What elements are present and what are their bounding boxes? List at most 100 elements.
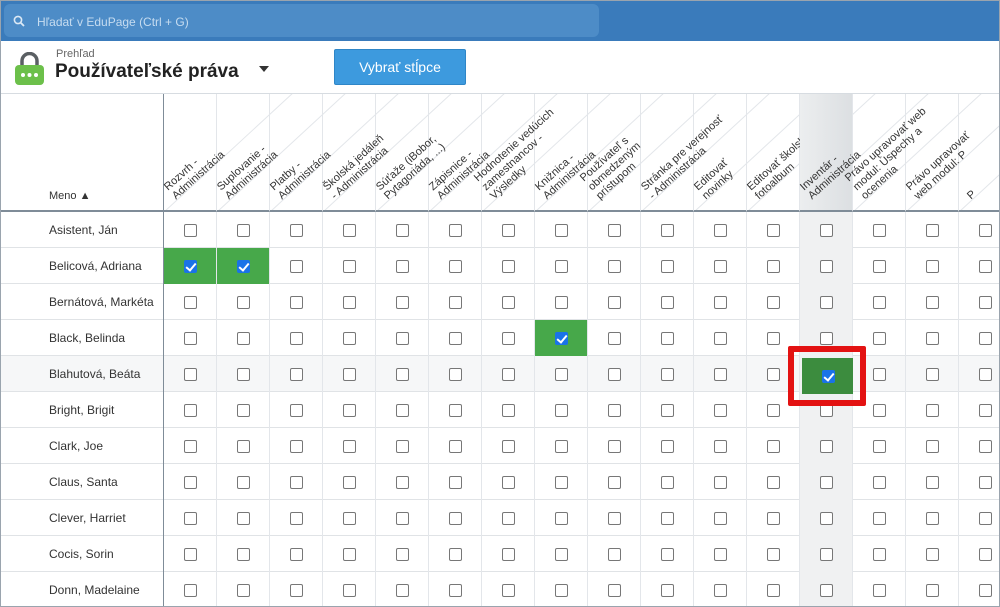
permission-cell[interactable]	[270, 500, 323, 536]
checkbox[interactable]	[926, 512, 939, 525]
permission-cell[interactable]	[429, 392, 482, 428]
checkbox[interactable]	[767, 548, 780, 561]
checkbox[interactable]	[237, 584, 250, 597]
checkbox[interactable]	[926, 440, 939, 453]
permission-cell[interactable]	[853, 248, 906, 284]
checkbox[interactable]	[926, 584, 939, 597]
checkbox[interactable]	[820, 548, 833, 561]
permission-cell[interactable]	[747, 536, 800, 572]
checkbox[interactable]	[608, 584, 621, 597]
checkbox[interactable]	[396, 368, 409, 381]
permission-cell[interactable]	[482, 500, 535, 536]
permission-cell[interactable]	[429, 284, 482, 320]
page-title[interactable]: Používateľské práva	[55, 61, 239, 83]
permission-cell[interactable]	[270, 356, 323, 392]
checkbox[interactable]	[608, 224, 621, 237]
checkbox[interactable]	[396, 296, 409, 309]
permission-cell[interactable]	[270, 572, 323, 606]
permission-cell[interactable]	[323, 500, 376, 536]
permission-cell[interactable]	[164, 572, 217, 606]
permission-cell[interactable]	[800, 212, 853, 248]
checkbox[interactable]	[714, 512, 727, 525]
checkbox[interactable]	[343, 368, 356, 381]
permission-cell[interactable]	[800, 536, 853, 572]
permission-cell[interactable]	[800, 248, 853, 284]
column-header[interactable]: Hodnotenie vedúcich zamestnancov - Výsle…	[472, 94, 556, 212]
checkbox[interactable]	[555, 296, 568, 309]
checkbox[interactable]	[237, 368, 250, 381]
permission-cell[interactable]	[906, 536, 959, 572]
checkbox[interactable]	[290, 548, 303, 561]
permission-cell[interactable]	[694, 500, 747, 536]
permission-cell[interactable]	[641, 392, 694, 428]
checkbox[interactable]	[184, 512, 197, 525]
checkbox[interactable]	[873, 260, 886, 273]
checkbox[interactable]	[184, 476, 197, 489]
checkbox[interactable]	[608, 332, 621, 345]
checkbox[interactable]	[502, 332, 515, 345]
checkbox[interactable]	[661, 296, 674, 309]
checkbox[interactable]	[820, 332, 833, 345]
column-header[interactable]: Platby - Administrácia	[268, 94, 333, 212]
checkbox[interactable]	[979, 584, 992, 597]
checkbox[interactable]	[237, 404, 250, 417]
permission-cell[interactable]	[323, 356, 376, 392]
checkbox[interactable]	[926, 368, 939, 381]
column-header[interactable]: Editovať novinky	[692, 94, 747, 212]
permission-cell[interactable]	[323, 536, 376, 572]
checkbox[interactable]	[767, 584, 780, 597]
checkbox[interactable]	[449, 440, 462, 453]
checkbox[interactable]	[767, 224, 780, 237]
permission-cell[interactable]	[588, 500, 641, 536]
permission-cell[interactable]	[694, 320, 747, 356]
checkbox[interactable]	[184, 332, 197, 345]
checkbox[interactable]	[820, 584, 833, 597]
permission-cell[interactable]	[164, 284, 217, 320]
permission-cell[interactable]	[588, 248, 641, 284]
permission-cell[interactable]	[429, 248, 482, 284]
checkbox[interactable]	[343, 584, 356, 597]
permission-cell[interactable]	[323, 572, 376, 606]
permission-cell[interactable]	[906, 392, 959, 428]
checkbox[interactable]	[290, 296, 303, 309]
permission-cell[interactable]	[588, 572, 641, 606]
checkbox[interactable]	[184, 368, 197, 381]
permission-cell[interactable]	[959, 536, 999, 572]
permission-cell[interactable]	[217, 464, 270, 500]
checkbox[interactable]	[290, 260, 303, 273]
checkbox[interactable]	[873, 548, 886, 561]
permission-cell[interactable]	[959, 356, 999, 392]
checkbox[interactable]	[714, 332, 727, 345]
checkbox[interactable]	[502, 404, 515, 417]
checkbox[interactable]	[184, 548, 197, 561]
checkbox[interactable]	[502, 296, 515, 309]
permission-cell[interactable]	[217, 212, 270, 248]
checkbox[interactable]	[608, 440, 621, 453]
permission-cell[interactable]	[323, 392, 376, 428]
permission-cell[interactable]	[853, 428, 906, 464]
column-header[interactable]: Editovať školský fotoalbum	[745, 94, 812, 212]
permission-cell[interactable]	[588, 392, 641, 428]
checkbox[interactable]	[608, 260, 621, 273]
permission-cell[interactable]	[535, 464, 588, 500]
checkbox[interactable]	[396, 404, 409, 417]
permission-cell[interactable]	[270, 212, 323, 248]
permission-cell[interactable]	[747, 428, 800, 464]
checkbox[interactable]	[767, 296, 780, 309]
checkbox[interactable]	[820, 260, 833, 273]
checkbox[interactable]	[767, 512, 780, 525]
checkbox[interactable]	[714, 296, 727, 309]
checkbox[interactable]	[502, 476, 515, 489]
checkbox[interactable]	[396, 440, 409, 453]
checkbox[interactable]	[449, 476, 462, 489]
checkbox[interactable]	[661, 584, 674, 597]
permission-cell[interactable]	[217, 536, 270, 572]
permission-cell[interactable]	[747, 212, 800, 248]
checkbox[interactable]	[661, 224, 674, 237]
permission-cell[interactable]	[906, 500, 959, 536]
checkbox[interactable]	[979, 296, 992, 309]
permission-cell[interactable]	[270, 284, 323, 320]
permission-cell[interactable]	[535, 356, 588, 392]
permission-cell[interactable]	[376, 500, 429, 536]
checkbox[interactable]	[396, 332, 409, 345]
